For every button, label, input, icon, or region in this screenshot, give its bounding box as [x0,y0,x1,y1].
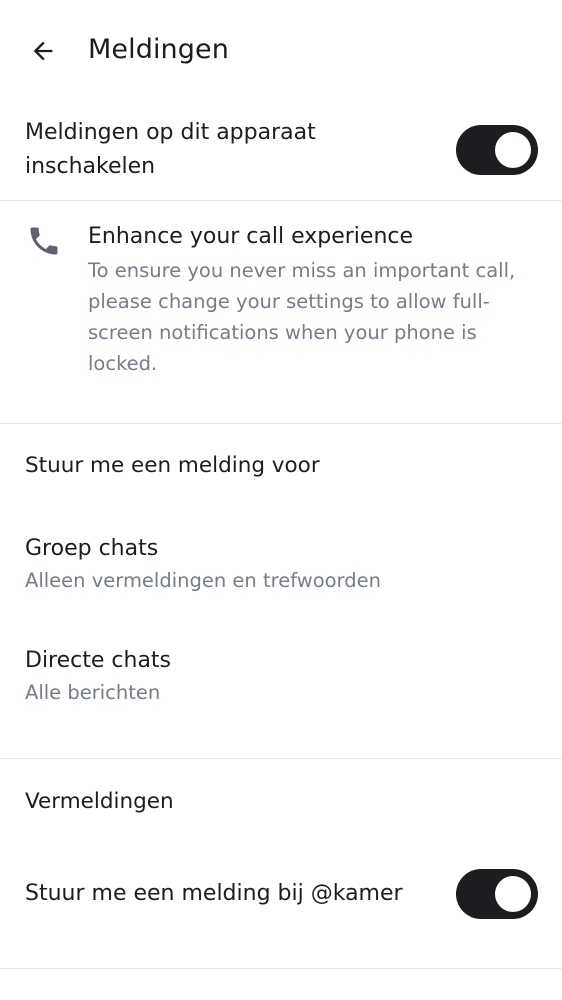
list-item-title: Groep chats [25,536,159,561]
enable-notifications-label: Meldingen op dit apparaat inschakelen [25,120,316,179]
list-item-group-chats[interactable]: Groep chats Alleen vermeldingen en trefw… [0,533,562,623]
divider [0,423,562,424]
toggle-knob [495,876,531,912]
divider [0,968,562,969]
list-item-subtitle: Alleen vermeldingen en trefwoorden [25,569,381,592]
section-header-notify: Stuur me een melding voor [25,453,320,478]
enable-notifications-row[interactable]: Meldingen op dit apparaat inschakelen [0,100,562,200]
toggle-knob [495,132,531,168]
call-banner-title: Enhance your call experience [88,224,414,249]
divider [0,758,562,759]
page-title: Meldingen [88,34,229,65]
back-button[interactable] [22,30,64,72]
phone-icon [30,227,58,255]
app-bar: Meldingen [0,0,562,100]
room-mention-toggle[interactable] [456,869,538,919]
room-mention-row[interactable]: Stuur me een melding bij @kamer [0,850,562,940]
list-item-subtitle: Alle berichten [25,681,161,704]
call-banner-description: To ensure you never miss an important ca… [88,259,516,375]
room-mention-label: Stuur me een melding bij @kamer [25,881,403,906]
enable-notifications-toggle[interactable] [456,125,538,175]
list-item-direct-chats[interactable]: Directe chats Alle berichten [0,645,562,735]
arrow-back-icon [33,41,53,61]
list-item-title: Directe chats [25,648,172,673]
section-header-mentions: Vermeldingen [25,789,174,814]
call-experience-banner[interactable]: Enhance your call experience To ensure y… [0,201,562,423]
